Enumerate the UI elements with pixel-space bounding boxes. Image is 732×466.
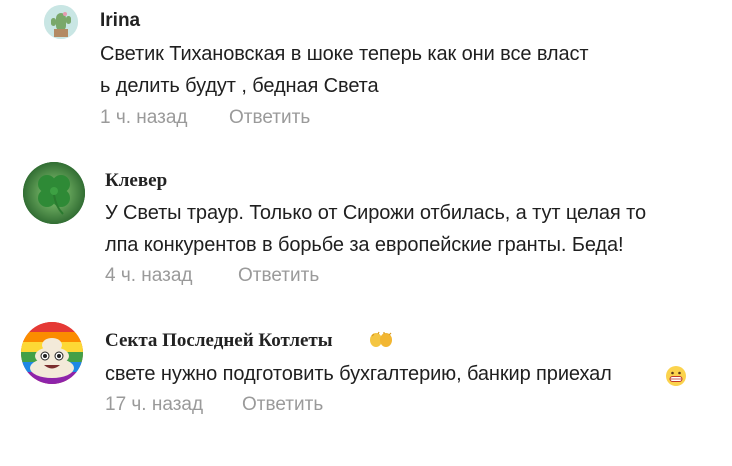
reply-button[interactable]: Ответить	[229, 107, 310, 129]
comment-text-line: ь делить будут , бедная Света	[100, 75, 379, 97]
cactus-avatar-icon[interactable]	[44, 5, 78, 39]
comment-text-line: лпа конкурентов в борьбе за европейские …	[105, 234, 624, 256]
poop-emoji-avatar-icon[interactable]	[21, 322, 83, 384]
comment-timestamp: 17 ч. назад	[105, 394, 204, 415]
comment-author[interactable]: Секта Последней Котлеты	[105, 330, 333, 352]
clapping-hands-icon	[368, 331, 394, 354]
comment-timestamp: 1 ч. назад	[100, 107, 188, 128]
comment-author[interactable]: Irina	[100, 10, 140, 32]
reply-button[interactable]: Ответить	[238, 265, 319, 287]
comment-text-line: У Светы траур. Только от Сирожи отбилась…	[105, 202, 646, 224]
reply-button[interactable]: Ответить	[242, 394, 323, 416]
clover-avatar-icon[interactable]	[23, 162, 85, 224]
comment-text-line: Светик Тихановская в шоке теперь как они…	[100, 43, 589, 65]
comment-author[interactable]: Клевер	[105, 170, 167, 192]
comment-text-line: свете нужно подготовить бухгалтерию, бан…	[105, 363, 612, 385]
grinning-face-icon	[665, 365, 687, 392]
comment-timestamp: 4 ч. назад	[105, 265, 193, 286]
